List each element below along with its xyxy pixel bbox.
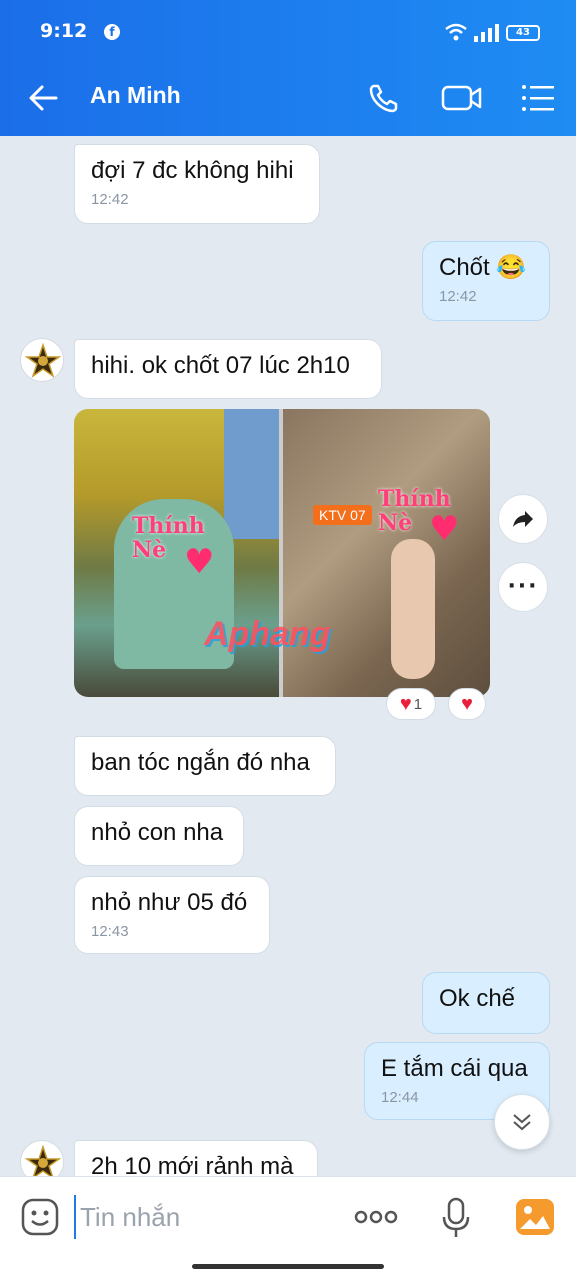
star-logo-icon (24, 342, 62, 378)
message-text: nhỏ con nha (91, 819, 224, 846)
chat-messages[interactable]: đợi 7 đc không hihi 12:42 Chốt 😂 12:42 h… (0, 136, 576, 1176)
sticker-emoji-icon[interactable] (20, 1197, 60, 1237)
microphone-icon[interactable] (440, 1197, 472, 1239)
message-bubble-sent[interactable]: Ok chế (422, 972, 550, 1034)
sticker-text: Thính Nè (378, 486, 451, 536)
back-arrow-icon[interactable] (24, 80, 64, 116)
more-dots-icon[interactable] (354, 1207, 398, 1227)
photo-tag: KTV 07 (313, 505, 372, 525)
message-bubble[interactable]: hihi. ok chốt 07 lúc 2h10 (74, 339, 382, 399)
scroll-to-bottom-button[interactable] (494, 1094, 550, 1150)
wifi-icon (445, 23, 467, 41)
message-bubble[interactable]: đợi 7 đc không hihi 12:42 (74, 144, 320, 224)
message-bubble[interactable]: ban tóc ngắn đó nha (74, 736, 336, 796)
more-options-button[interactable]: ··· (498, 562, 548, 612)
message-bubble[interactable]: nhỏ như 05 đó 12:43 (74, 876, 270, 954)
message-text: đợi 7 đc không hihi (91, 157, 294, 184)
status-time: 9:12 (40, 20, 88, 42)
message-bubble-sent[interactable]: Chốt 😂 12:42 (422, 241, 550, 321)
reaction-count-text: 1 (413, 695, 423, 713)
sticker-text: Thính Nè (132, 513, 205, 563)
add-reaction-button[interactable]: ♥ (448, 688, 486, 720)
heart-icon: ♥ (461, 692, 473, 715)
status-bar: 9:12 f 43 (0, 0, 576, 60)
ellipsis-icon: ··· (507, 574, 539, 599)
share-arrow-icon (513, 511, 533, 527)
message-text: Chốt 😂 (439, 254, 527, 281)
message-text: ban tóc ngắn đó nha (91, 749, 310, 776)
message-text: 2h 10 mới rảnh mà (91, 1153, 294, 1176)
phone-icon[interactable] (364, 78, 404, 118)
avatar[interactable] (20, 338, 64, 382)
share-button[interactable] (498, 494, 548, 544)
star-logo-icon (24, 1144, 62, 1176)
home-indicator (192, 1264, 384, 1269)
message-text: hihi. ok chốt 07 lúc 2h10 (91, 352, 350, 379)
reaction-count[interactable]: ♥ 1 (386, 688, 436, 720)
message-text: Ok chế (439, 985, 516, 1012)
person-figure (391, 539, 435, 679)
menu-list-icon[interactable] (518, 78, 558, 118)
facebook-icon: f (104, 24, 120, 40)
avatar[interactable] (20, 1140, 64, 1176)
message-time: 12:42 (91, 191, 129, 208)
message-bubble[interactable]: 2h 10 mới rảnh mà (74, 1140, 318, 1176)
image-gallery-icon[interactable] (514, 1197, 556, 1237)
battery-icon: 43 (506, 25, 540, 41)
video-call-icon[interactable] (440, 78, 484, 118)
double-chevron-down-icon (513, 1114, 531, 1131)
sky-patch (224, 409, 279, 539)
photo-message[interactable]: Thính Nè ♥ KTV 07 Thính Nè ♥ Aphang (74, 409, 490, 697)
chat-header: An Minh (0, 60, 576, 136)
message-text: nhỏ như 05 đó (91, 889, 248, 916)
watermark-text: Aphang (204, 615, 331, 653)
message-text: E tắm cái qua (381, 1055, 528, 1082)
heart-sticker-icon: ♥ (429, 509, 460, 549)
message-input[interactable]: Tin nhắn (74, 1195, 324, 1239)
heart-sticker-icon: ♥ (184, 542, 215, 582)
signal-icon (474, 24, 499, 42)
message-time: 12:43 (91, 923, 129, 940)
heart-icon: ♥ (399, 692, 412, 715)
message-time: 12:42 (439, 288, 477, 305)
contact-name[interactable]: An Minh (90, 82, 181, 109)
message-bubble[interactable]: nhỏ con nha (74, 806, 244, 866)
